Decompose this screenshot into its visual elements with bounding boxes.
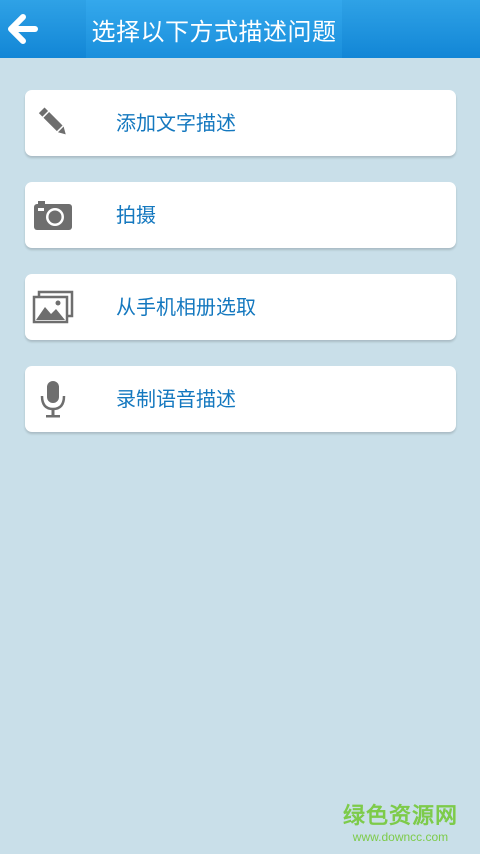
record-voice-option[interactable]: 录制语音描述 — [25, 366, 456, 432]
add-text-description-option[interactable]: 添加文字描述 — [25, 90, 456, 156]
watermark-url: www.downcc.com — [352, 830, 449, 844]
arrow-left-icon — [8, 14, 38, 44]
header-bar: 选择以下方式描述问题 — [0, 0, 480, 58]
title-area: 选择以下方式描述问题 — [86, 0, 342, 58]
page-title: 选择以下方式描述问题 — [91, 17, 337, 46]
take-photo-option[interactable]: 拍摄 — [25, 182, 456, 248]
camera-icon — [31, 182, 75, 248]
option-label: 添加文字描述 — [116, 111, 236, 135]
back-button[interactable] — [0, 0, 44, 58]
watermark-name: 绿色资源网 — [342, 804, 458, 829]
choose-from-album-option[interactable]: 从手机相册选取 — [25, 274, 456, 340]
option-label: 拍摄 — [116, 203, 156, 227]
option-label: 录制语音描述 — [116, 387, 236, 411]
option-label: 从手机相册选取 — [116, 295, 256, 319]
option-list: 添加文字描述 拍摄 从手机相册选取 录制语音描述 — [25, 90, 456, 458]
microphone-icon — [31, 366, 75, 432]
watermark: 绿色资源网 www.downcc.com — [343, 804, 458, 844]
gallery-icon — [31, 274, 75, 340]
pencil-icon — [31, 90, 75, 156]
